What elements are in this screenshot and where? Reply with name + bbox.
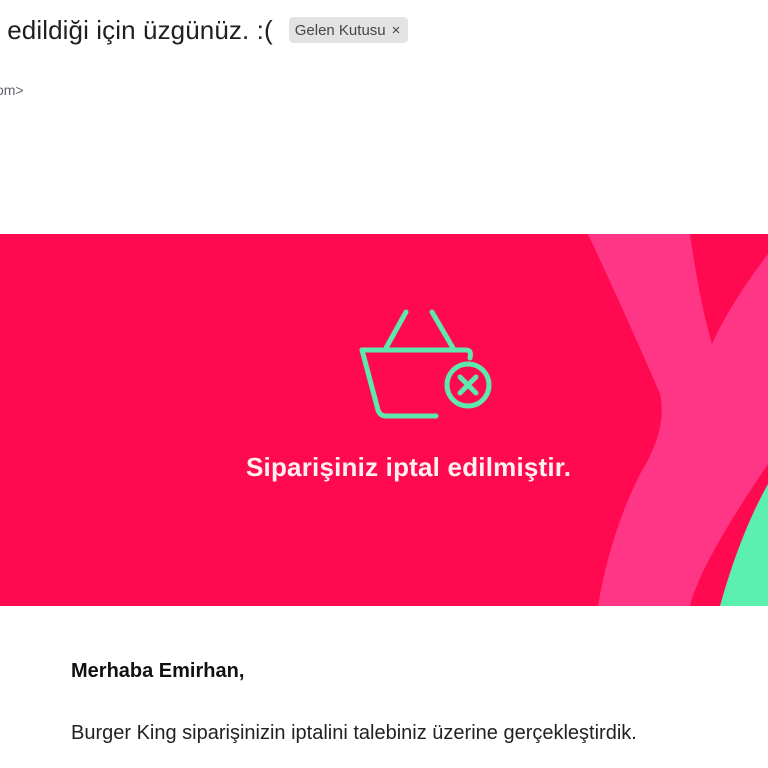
sender-address: om> — [0, 82, 24, 98]
inbox-label-chip[interactable]: Gelen Kutusu × — [288, 17, 409, 43]
close-icon[interactable]: × — [392, 22, 401, 39]
banner-title: Siparişiniz iptal edilmiştir. — [246, 452, 572, 482]
subject-row: l edildiği için üzgünüz. :( Gelen Kutusu… — [0, 12, 409, 48]
email-subject: l edildiği için üzgünüz. :( — [0, 14, 273, 45]
inbox-label-text: Gelen Kutusu — [294, 21, 386, 39]
message-body: Burger King siparişinizin iptalini taleb… — [71, 722, 637, 744]
greeting-text: Merhaba Emirhan, — [71, 660, 245, 682]
shopping-basket-cancel-icon — [359, 309, 492, 419]
email-view: l edildiği için üzgünüz. :( Gelen Kutusu… — [0, 0, 768, 768]
